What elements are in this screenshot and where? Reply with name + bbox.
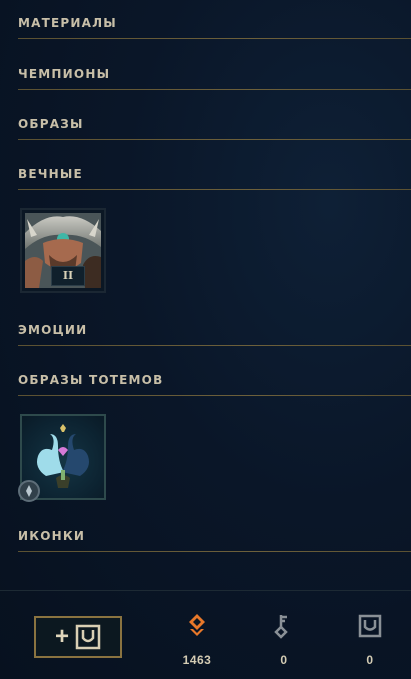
chest-icon (358, 614, 382, 638)
key-icon (274, 615, 288, 639)
chest-amount: 0 (366, 653, 374, 667)
loot-panel: МАТЕРИАЛЫ ЧЕМПИОНЫ ОБРАЗЫ ВЕЧНЫЕ II ЭМОЦ… (0, 0, 411, 679)
chest-icon (75, 624, 101, 650)
plus-icon: + (54, 623, 69, 650)
divider (18, 345, 411, 346)
section-title-materials[interactable]: МАТЕРИАЛЫ (18, 15, 411, 31)
eternals-item-tile[interactable]: II (20, 208, 106, 293)
skin-tier-badge: II (51, 266, 85, 286)
section-title-skins[interactable]: ОБРАЗЫ (18, 116, 411, 132)
section-title-eternals[interactable]: ВЕЧНЫЕ (18, 166, 411, 182)
chest-counter: 0 (340, 613, 400, 667)
divider (18, 139, 411, 140)
divider (18, 89, 411, 90)
emblem-badge-icon (18, 480, 40, 502)
orange-essence-counter: 1463 (167, 613, 227, 667)
orange-essence-icon (189, 614, 205, 636)
section-title-ward-skins[interactable]: ОБРАЗЫ ТОТЕМОВ (18, 372, 411, 388)
ward-skin-tile[interactable] (18, 414, 106, 502)
section-skins[interactable]: ОБРАЗЫ (18, 116, 411, 140)
section-eternals[interactable]: ВЕЧНЫЕ (18, 166, 411, 190)
section-champions[interactable]: ЧЕМПИОНЫ (18, 66, 411, 90)
section-ward-skins[interactable]: ОБРАЗЫ ТОТЕМОВ (18, 372, 411, 396)
section-title-icons[interactable]: ИКОНКИ (18, 528, 411, 544)
divider (18, 395, 411, 396)
add-chest-button[interactable]: + (34, 616, 122, 658)
key-counter: 0 (254, 613, 314, 667)
section-title-champions[interactable]: ЧЕМПИОНЫ (18, 66, 411, 82)
divider (18, 38, 411, 39)
section-emotes[interactable]: ЭМОЦИИ (18, 322, 411, 346)
section-materials[interactable]: МАТЕРИАЛЫ (18, 15, 411, 39)
champion-portrait: II (25, 213, 101, 288)
section-icons[interactable]: ИКОНКИ (18, 528, 411, 552)
key-amount: 0 (280, 653, 288, 667)
orange-essence-amount: 1463 (182, 653, 212, 667)
loot-footer: + 1463 0 0 (0, 590, 411, 679)
divider (18, 189, 411, 190)
divider (18, 551, 411, 552)
section-title-emotes[interactable]: ЭМОЦИИ (18, 322, 411, 338)
